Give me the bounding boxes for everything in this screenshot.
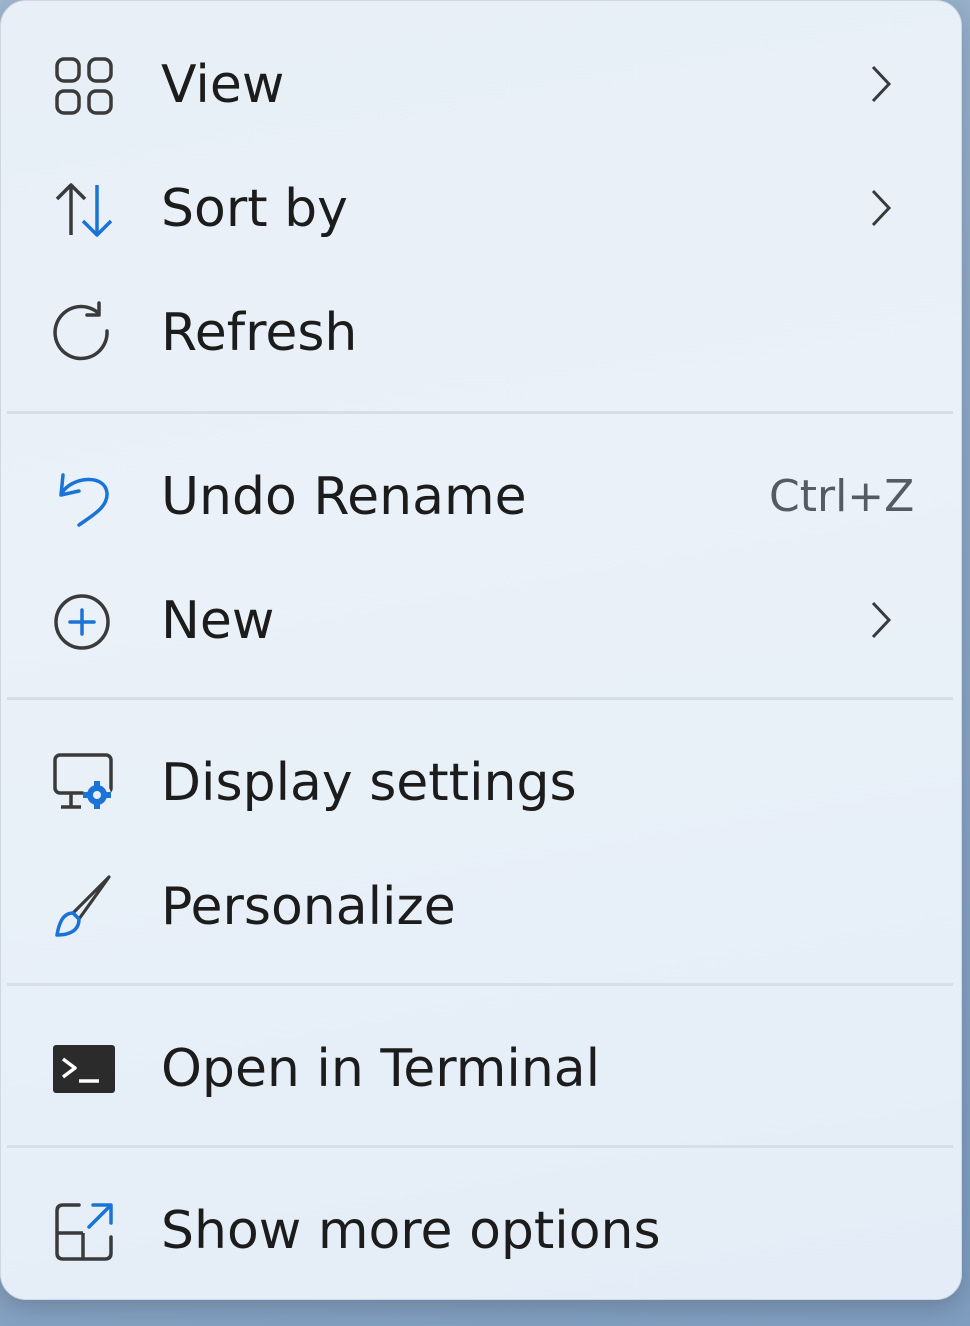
- menu-separator: [7, 1145, 953, 1148]
- terminal-icon: [49, 1035, 119, 1105]
- menu-item-label: Personalize: [161, 877, 456, 937]
- menu-item-display-settings[interactable]: Display settings: [1, 727, 961, 839]
- menu-item-label: Sort by: [161, 179, 348, 239]
- menu-item-label: Open in Terminal: [161, 1039, 601, 1099]
- menu-item-view[interactable]: View: [1, 29, 961, 141]
- menu-item-label: Refresh: [161, 303, 358, 363]
- menu-item-label: Show more options: [161, 1201, 661, 1261]
- menu-item-show-more-options[interactable]: Show more options: [1, 1175, 961, 1287]
- menu-item-personalize[interactable]: Personalize: [1, 851, 961, 963]
- menu-item-undo-rename[interactable]: Undo Rename Ctrl+Z: [1, 441, 961, 553]
- display-settings-icon: [49, 749, 119, 819]
- menu-item-open-in-terminal[interactable]: Open in Terminal: [1, 1013, 961, 1125]
- menu-item-label: View: [161, 55, 285, 115]
- share-external-icon: [49, 1197, 119, 1267]
- chevron-right-icon: [861, 183, 901, 233]
- menu-separator: [7, 411, 953, 414]
- menu-separator: [7, 697, 953, 700]
- desktop-context-menu: View Sort by Refresh Undo Rename Ctrl+Z …: [0, 0, 962, 1300]
- brush-icon: [49, 873, 119, 943]
- menu-item-label: Display settings: [161, 753, 577, 813]
- plus-circle-icon: [49, 587, 119, 657]
- refresh-icon: [49, 299, 119, 369]
- menu-item-refresh[interactable]: Refresh: [1, 277, 961, 389]
- chevron-right-icon: [861, 595, 901, 645]
- menu-separator: [7, 983, 953, 986]
- menu-item-label: Undo Rename: [161, 467, 527, 527]
- chevron-right-icon: [861, 59, 901, 109]
- keyboard-shortcut: Ctrl+Z: [769, 471, 915, 522]
- menu-item-sort-by[interactable]: Sort by: [1, 153, 961, 265]
- undo-icon: [49, 463, 119, 533]
- sort-arrows-icon: [49, 175, 119, 245]
- menu-item-new[interactable]: New: [1, 565, 961, 677]
- grid-view-icon: [49, 51, 119, 121]
- menu-item-label: New: [161, 591, 275, 651]
